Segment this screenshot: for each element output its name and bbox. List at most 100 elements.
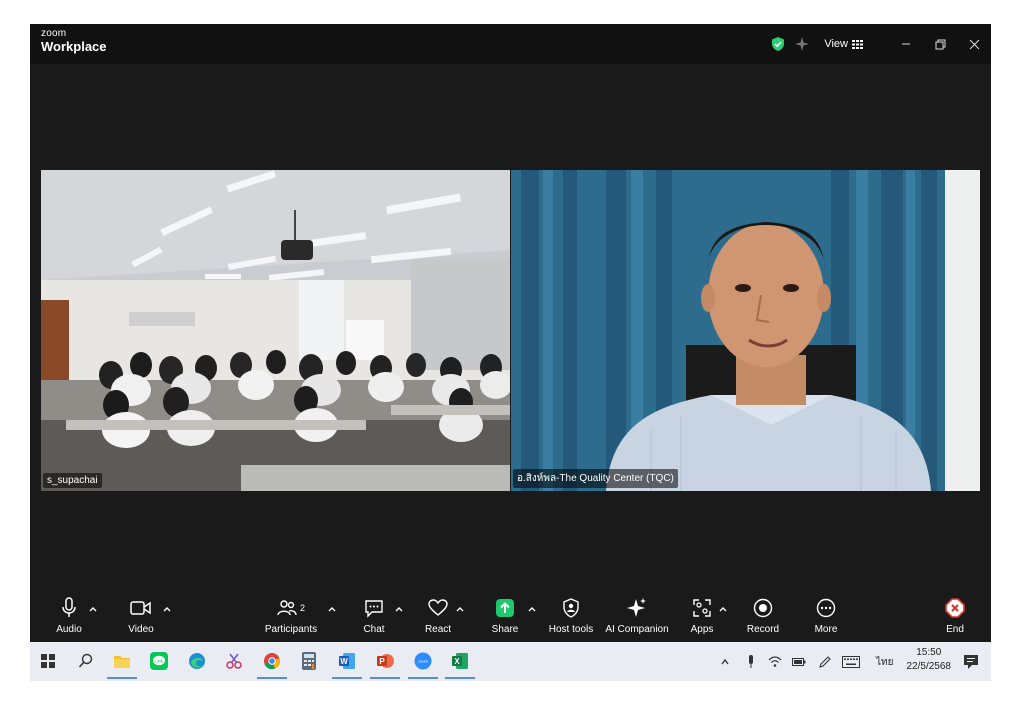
taskbar-search-button[interactable]	[74, 649, 98, 673]
clock-time: 15:50	[916, 647, 942, 658]
end-x-icon	[945, 598, 965, 618]
search-icon	[78, 653, 93, 668]
taskbar-chrome[interactable]	[257, 649, 287, 679]
chat-options-caret-icon[interactable]	[394, 604, 404, 614]
excel-icon: X	[452, 653, 468, 669]
record-icon	[753, 598, 773, 618]
audio-button[interactable]: Audio	[52, 596, 86, 640]
tray-wifi[interactable]	[768, 652, 782, 672]
active-indicator	[332, 677, 362, 679]
view-label: View	[824, 38, 848, 50]
apps-label: Apps	[690, 624, 714, 635]
tray-microphone-icon	[749, 655, 753, 668]
active-indicator	[257, 677, 287, 679]
share-button[interactable]: Share	[490, 596, 520, 640]
folder-icon	[114, 656, 130, 668]
ai-companion-sparkle-icon	[627, 598, 646, 617]
share-label: Share	[491, 624, 519, 635]
taskbar-excel[interactable]: X	[445, 649, 475, 679]
tray-input-language[interactable]: ไทย	[876, 652, 893, 672]
taskbar-zoom[interactable]: zoom	[408, 649, 438, 679]
ai-sparkle-icon[interactable]	[794, 36, 810, 52]
clock-date: 22/5/2568	[906, 661, 952, 672]
logo-bottom-text: Workplace	[41, 39, 107, 54]
taskbar-line-app[interactable]: LINE	[147, 649, 171, 673]
word-icon: W	[339, 653, 355, 669]
view-button[interactable]: View	[824, 38, 863, 50]
apps-options-caret-icon[interactable]	[718, 604, 728, 614]
chat-button[interactable]: Chat	[360, 596, 388, 640]
video-button[interactable]: Video	[124, 596, 158, 640]
video-tile-classroom[interactable]: s_supachai	[41, 170, 510, 491]
active-indicator	[408, 677, 438, 679]
taskbar-edge[interactable]	[185, 649, 209, 673]
restore-button[interactable]	[923, 24, 957, 64]
title-bar: zoom Workplace View	[30, 24, 991, 64]
react-options-caret-icon[interactable]	[455, 604, 465, 614]
video-options-caret-icon[interactable]	[162, 604, 172, 614]
windows-start-button[interactable]	[36, 649, 60, 673]
chat-bubble-icon	[365, 600, 383, 618]
taskbar-powerpoint[interactable]: P	[370, 649, 400, 679]
tray-overflow-chevron[interactable]	[720, 652, 730, 672]
tray-keyboard[interactable]	[842, 652, 860, 672]
taskbar-word[interactable]: W	[332, 649, 362, 679]
record-label: Record	[746, 624, 780, 635]
more-dots-icon	[816, 598, 836, 618]
participant-name-tag: s_supachai	[43, 473, 102, 488]
video-tile-presenter[interactable]: อ.สิงห์พล-The Quality Center (TQC)	[511, 170, 980, 491]
taskbar-file-explorer[interactable]	[107, 649, 137, 679]
video-stage: s_supachai อ.สิงห์พล-The Quality Center …	[30, 64, 991, 592]
audio-options-caret-icon[interactable]	[88, 604, 98, 614]
line-app-icon: LINE	[150, 652, 168, 670]
tray-battery[interactable]	[792, 652, 806, 672]
chrome-browser-icon	[264, 653, 281, 670]
end-meeting-button[interactable]: End	[942, 596, 968, 640]
share-options-caret-icon[interactable]	[527, 604, 537, 614]
host-tools-button[interactable]: Host tools	[548, 596, 594, 640]
host-shield-icon	[563, 598, 579, 618]
react-button[interactable]: React	[423, 596, 453, 640]
calculator-icon	[302, 652, 316, 670]
taskbar-calculator[interactable]	[297, 649, 321, 673]
encryption-shield-icon[interactable]	[770, 36, 786, 52]
minimize-icon	[902, 43, 910, 45]
keyboard-icon	[842, 656, 860, 668]
audio-label: Audio	[56, 624, 82, 635]
presenter-video-image	[511, 170, 980, 491]
share-arrow-icon	[496, 599, 514, 617]
svg-text:P: P	[379, 657, 385, 666]
zoom-logo: zoom Workplace	[41, 29, 107, 54]
pen-icon	[819, 656, 831, 668]
more-button[interactable]: More	[812, 596, 840, 640]
minimize-button[interactable]	[889, 24, 923, 64]
restore-icon	[935, 39, 945, 49]
battery-icon	[792, 658, 806, 666]
participants-count: 2	[299, 603, 305, 613]
ai-companion-label: AI Companion	[605, 624, 669, 635]
classroom-video-image	[41, 170, 510, 491]
ai-companion-button[interactable]: AI Companion	[605, 596, 669, 640]
microphone-icon	[62, 597, 76, 617]
svg-text:LINE: LINE	[155, 659, 164, 664]
notification-center-icon[interactable]	[963, 654, 979, 670]
participants-button[interactable]: 2 Participants	[264, 596, 318, 640]
close-button[interactable]	[957, 24, 991, 64]
windows-logo-icon	[41, 654, 55, 668]
apps-button[interactable]: Apps	[688, 596, 716, 640]
active-indicator	[445, 677, 475, 679]
participants-label: Participants	[264, 624, 318, 635]
participants-options-caret-icon[interactable]	[327, 604, 337, 614]
apps-grid-icon	[693, 599, 711, 617]
tray-microphone[interactable]	[746, 652, 756, 672]
zoom-app-icon: zoom	[414, 652, 432, 670]
taskbar-snipping-tool[interactable]	[222, 649, 246, 673]
svg-text:zoom: zoom	[418, 659, 428, 664]
taskbar-clock[interactable]: 15:50 22/5/2568	[907, 646, 952, 674]
record-button[interactable]: Record	[746, 596, 780, 640]
participants-icon	[277, 600, 297, 616]
host-tools-label: Host tools	[548, 624, 594, 635]
tray-pen[interactable]	[818, 652, 832, 672]
windows-taskbar: LINE W P zoom X ไทย 15:50 22/5/2568	[30, 642, 991, 681]
presenter-name-tag: อ.สิงห์พล-The Quality Center (TQC)	[513, 469, 678, 488]
